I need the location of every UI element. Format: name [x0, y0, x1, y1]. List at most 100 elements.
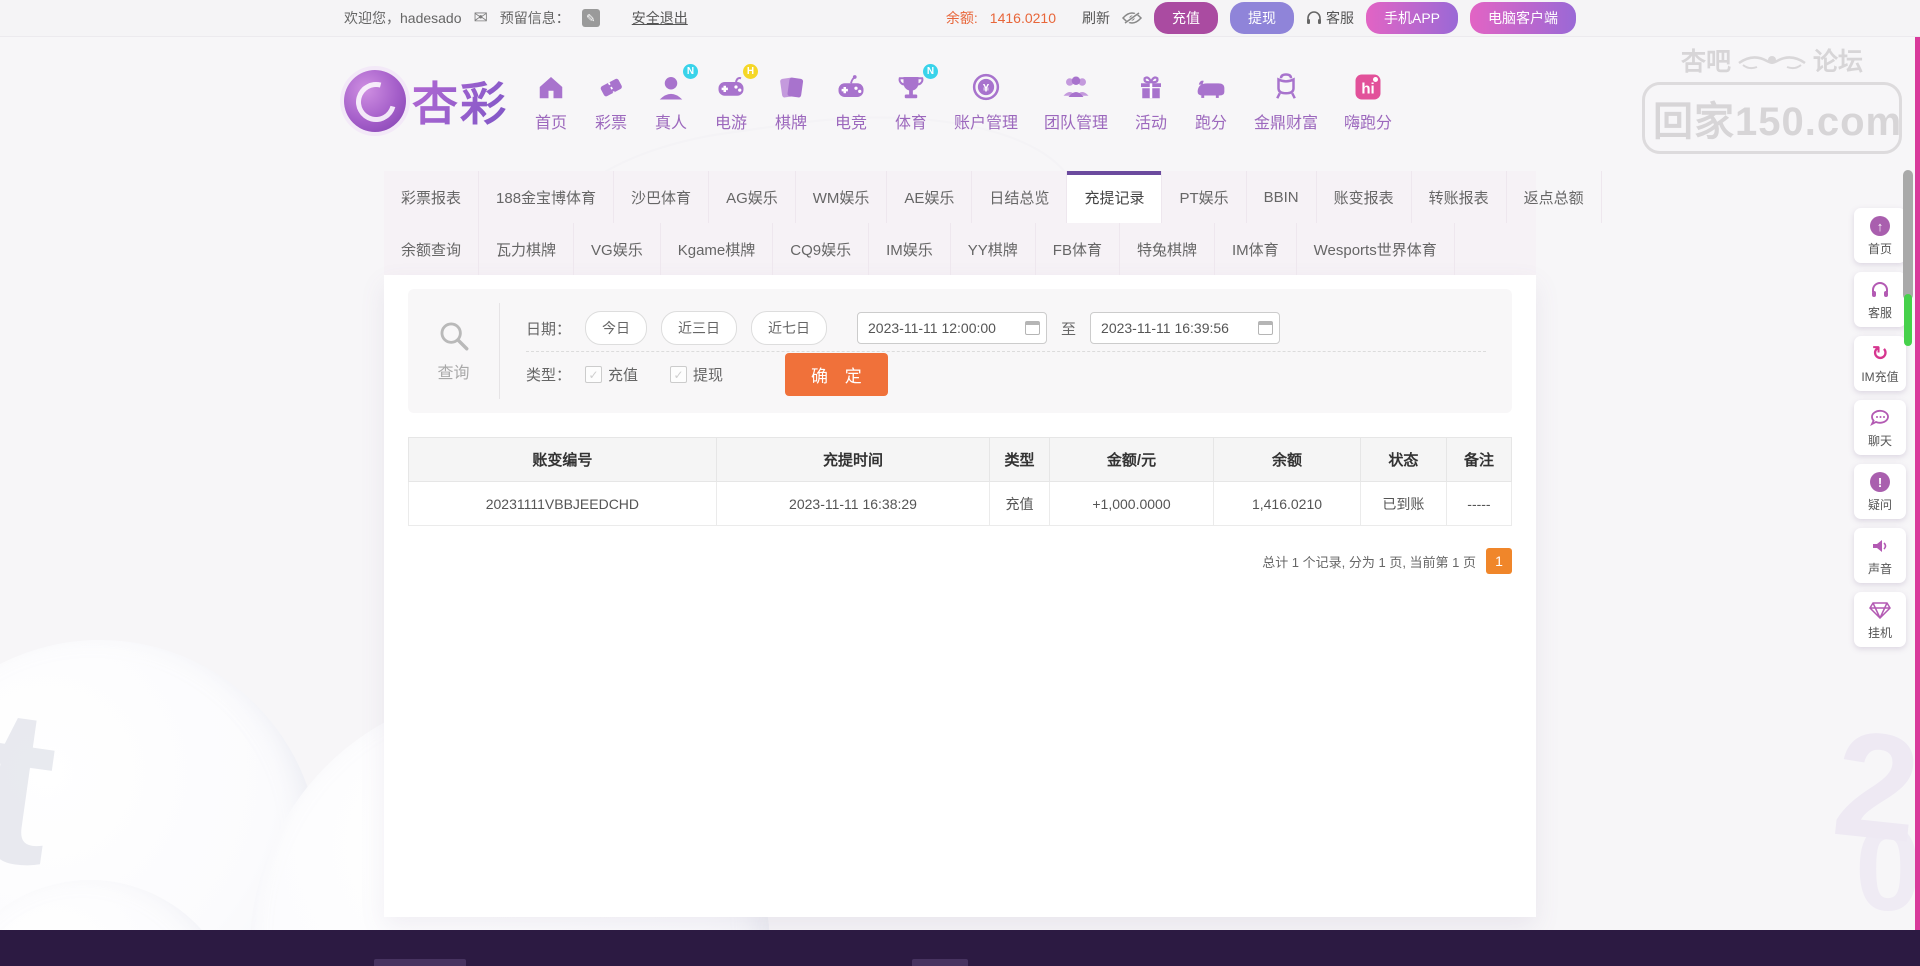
tab-wm[interactable]: WM娱乐	[796, 171, 888, 223]
tab-188-sports[interactable]: 188金宝博体育	[479, 171, 614, 223]
exclamation-circle-icon: !	[1870, 472, 1890, 492]
tab-account-change-report[interactable]: 账变报表	[1317, 171, 1412, 223]
tab-balance-query[interactable]: 余额查询	[384, 223, 479, 275]
hi-badge-icon: hi	[1351, 70, 1385, 104]
quick-7days-button[interactable]: 近七日	[751, 311, 827, 345]
tab-wali-cards[interactable]: 瓦力棋牌	[479, 223, 574, 275]
nav-item-account-management[interactable]: ¥ 账户管理	[954, 70, 1018, 133]
tab-kgame[interactable]: Kgame棋牌	[661, 223, 774, 275]
up-arrow-circle-icon: ↑	[1870, 216, 1890, 236]
tab-lottery-report[interactable]: 彩票报表	[384, 171, 479, 223]
report-tabs: 彩票报表 188金宝博体育 沙巴体育 AG娱乐 WM娱乐 AE娱乐 日结总览 充…	[384, 171, 1536, 275]
nav-item-team-management[interactable]: 团队管理	[1044, 70, 1108, 133]
scrollbar-marker	[1904, 294, 1912, 346]
gamepad-icon: H	[714, 70, 748, 104]
tab-deposit-withdraw-records[interactable]: 充提记录	[1067, 171, 1162, 223]
date-label: 日期：	[526, 318, 571, 339]
table-row: 20231111VBBJEEDCHD 2023-11-11 16:38:29 充…	[409, 482, 1512, 526]
bg-lottery-ball	[0, 640, 320, 966]
quick-question[interactable]: ! 疑问	[1854, 464, 1906, 519]
hide-balance-eye-icon[interactable]	[1122, 11, 1142, 25]
pagination-summary: 总计 1 个记录, 分为 1 页, 当前第 1 页	[1262, 552, 1476, 571]
records-panel: 查询 日期： 今日 近三日 近七日 至	[384, 275, 1536, 917]
col-time: 充提时间	[716, 438, 990, 482]
nav-item-paofen[interactable]: 跑分	[1194, 70, 1228, 133]
table-header-row: 账变编号 充提时间 类型 金额/元 余额 状态 备注	[409, 438, 1512, 482]
tab-wesports[interactable]: Wesports世界体育	[1297, 223, 1455, 275]
tab-im-entertainment[interactable]: IM娱乐	[869, 223, 951, 275]
col-change-id: 账变编号	[409, 438, 717, 482]
site-header: 杏彩 首页 彩票 N 真人 H 电游 棋牌	[0, 37, 1920, 165]
edit-pencil-icon[interactable]: ✎	[582, 9, 600, 27]
nav-item-cards[interactable]: 棋牌	[774, 70, 808, 133]
nav-item-lottery[interactable]: 彩票	[594, 70, 628, 133]
nav-item-sports[interactable]: N 体育	[894, 70, 928, 133]
nav-item-slots[interactable]: H 电游	[714, 70, 748, 133]
tab-daily-summary[interactable]: 日结总览	[972, 171, 1067, 223]
tab-im-sports[interactable]: IM体育	[1215, 223, 1297, 275]
tab-vg[interactable]: VG娱乐	[574, 223, 661, 275]
tab-bbin[interactable]: BBIN	[1247, 171, 1317, 223]
customer-service-link[interactable]: 客服	[1306, 8, 1354, 28]
col-amount: 金额/元	[1049, 438, 1213, 482]
diamond-icon	[1869, 599, 1891, 621]
bg-glyph: t	[0, 656, 71, 917]
recharge-checkbox[interactable]: ✓	[585, 366, 602, 383]
recharge-checkbox-label: 充值	[608, 364, 638, 385]
quick-service[interactable]: 客服	[1854, 272, 1906, 327]
withdraw-button[interactable]: 提现	[1230, 2, 1294, 34]
message-icon[interactable]: ✉	[474, 8, 488, 28]
nav-item-live-casino[interactable]: N 真人	[654, 70, 688, 133]
withdraw-checkbox[interactable]: ✓	[670, 366, 687, 383]
main-content: 彩票报表 188金宝博体育 沙巴体育 AG娱乐 WM娱乐 AE娱乐 日结总览 充…	[384, 171, 1536, 917]
welcome-text: 欢迎您，hadesado	[344, 8, 462, 28]
cell-change-id: 20231111VBBJEEDCHD	[409, 482, 717, 526]
quick-today-button[interactable]: 今日	[585, 311, 647, 345]
page-1-button[interactable]: 1	[1486, 548, 1512, 574]
tab-ag[interactable]: AG娱乐	[709, 171, 796, 223]
logout-link[interactable]: 安全退出	[632, 8, 688, 28]
quick-sound[interactable]: 声音	[1854, 528, 1906, 583]
query-label: 查询	[437, 359, 469, 383]
scrollbar-thumb[interactable]	[1903, 170, 1913, 300]
nav-item-promotions[interactable]: 活动	[1134, 70, 1168, 133]
col-type: 类型	[990, 438, 1050, 482]
nav-item-jinding-wealth[interactable]: 金鼎财富	[1254, 70, 1318, 133]
tab-shaba-sports[interactable]: 沙巴体育	[614, 171, 709, 223]
tab-pt[interactable]: PT娱乐	[1162, 171, 1246, 223]
tab-transfer-report[interactable]: 转账报表	[1412, 171, 1507, 223]
quick-idle[interactable]: 挂机	[1854, 592, 1906, 647]
quick-home[interactable]: ↑ 首页	[1854, 208, 1906, 263]
topbar: 欢迎您，hadesado ✉ 预留信息： ✎ 安全退出 余额: 1416.021…	[0, 0, 1920, 37]
chat-bubble-icon	[1870, 407, 1890, 429]
date-to-label: 至	[1061, 318, 1076, 339]
pc-client-button[interactable]: 电脑客户端	[1470, 2, 1576, 34]
home-icon	[534, 70, 568, 104]
tab-fb-sports[interactable]: FB体育	[1036, 223, 1120, 275]
balance-value: 1416.0210	[990, 10, 1056, 26]
coin-yen-icon: ¥	[969, 70, 1003, 104]
date-from-input[interactable]	[857, 312, 1047, 344]
cauldron-icon	[1269, 70, 1303, 104]
customer-service-label: 客服	[1326, 8, 1354, 28]
type-label: 类型：	[526, 364, 571, 385]
quick-im-recharge[interactable]: ↻ IM充值	[1854, 336, 1906, 391]
tab-cq9[interactable]: CQ9娱乐	[773, 223, 869, 275]
tab-rebate-total[interactable]: 返点总额	[1507, 171, 1602, 223]
quick-chat[interactable]: 聊天	[1854, 400, 1906, 455]
date-to-input[interactable]	[1090, 312, 1280, 344]
confirm-button[interactable]: 确 定	[785, 353, 888, 396]
tab-ae[interactable]: AE娱乐	[887, 171, 972, 223]
site-logo[interactable]: 杏彩	[344, 68, 508, 134]
recharge-button[interactable]: 充值	[1154, 2, 1218, 34]
tab-row-2: 余额查询 瓦力棋牌 VG娱乐 Kgame棋牌 CQ9娱乐 IM娱乐 YY棋牌 F…	[384, 223, 1536, 275]
nav-item-hi-paofen[interactable]: hi 嗨跑分	[1344, 70, 1392, 133]
cell-remark: -----	[1446, 482, 1511, 526]
nav-item-esports[interactable]: 电竞	[834, 70, 868, 133]
nav-item-home[interactable]: 首页	[534, 70, 568, 133]
refresh-balance-link[interactable]: 刷新	[1082, 8, 1110, 28]
tab-tetu-cards[interactable]: 特兔棋牌	[1120, 223, 1215, 275]
tab-yy-cards[interactable]: YY棋牌	[951, 223, 1036, 275]
quick-3days-button[interactable]: 近三日	[661, 311, 737, 345]
mobile-app-button[interactable]: 手机APP	[1366, 2, 1458, 34]
